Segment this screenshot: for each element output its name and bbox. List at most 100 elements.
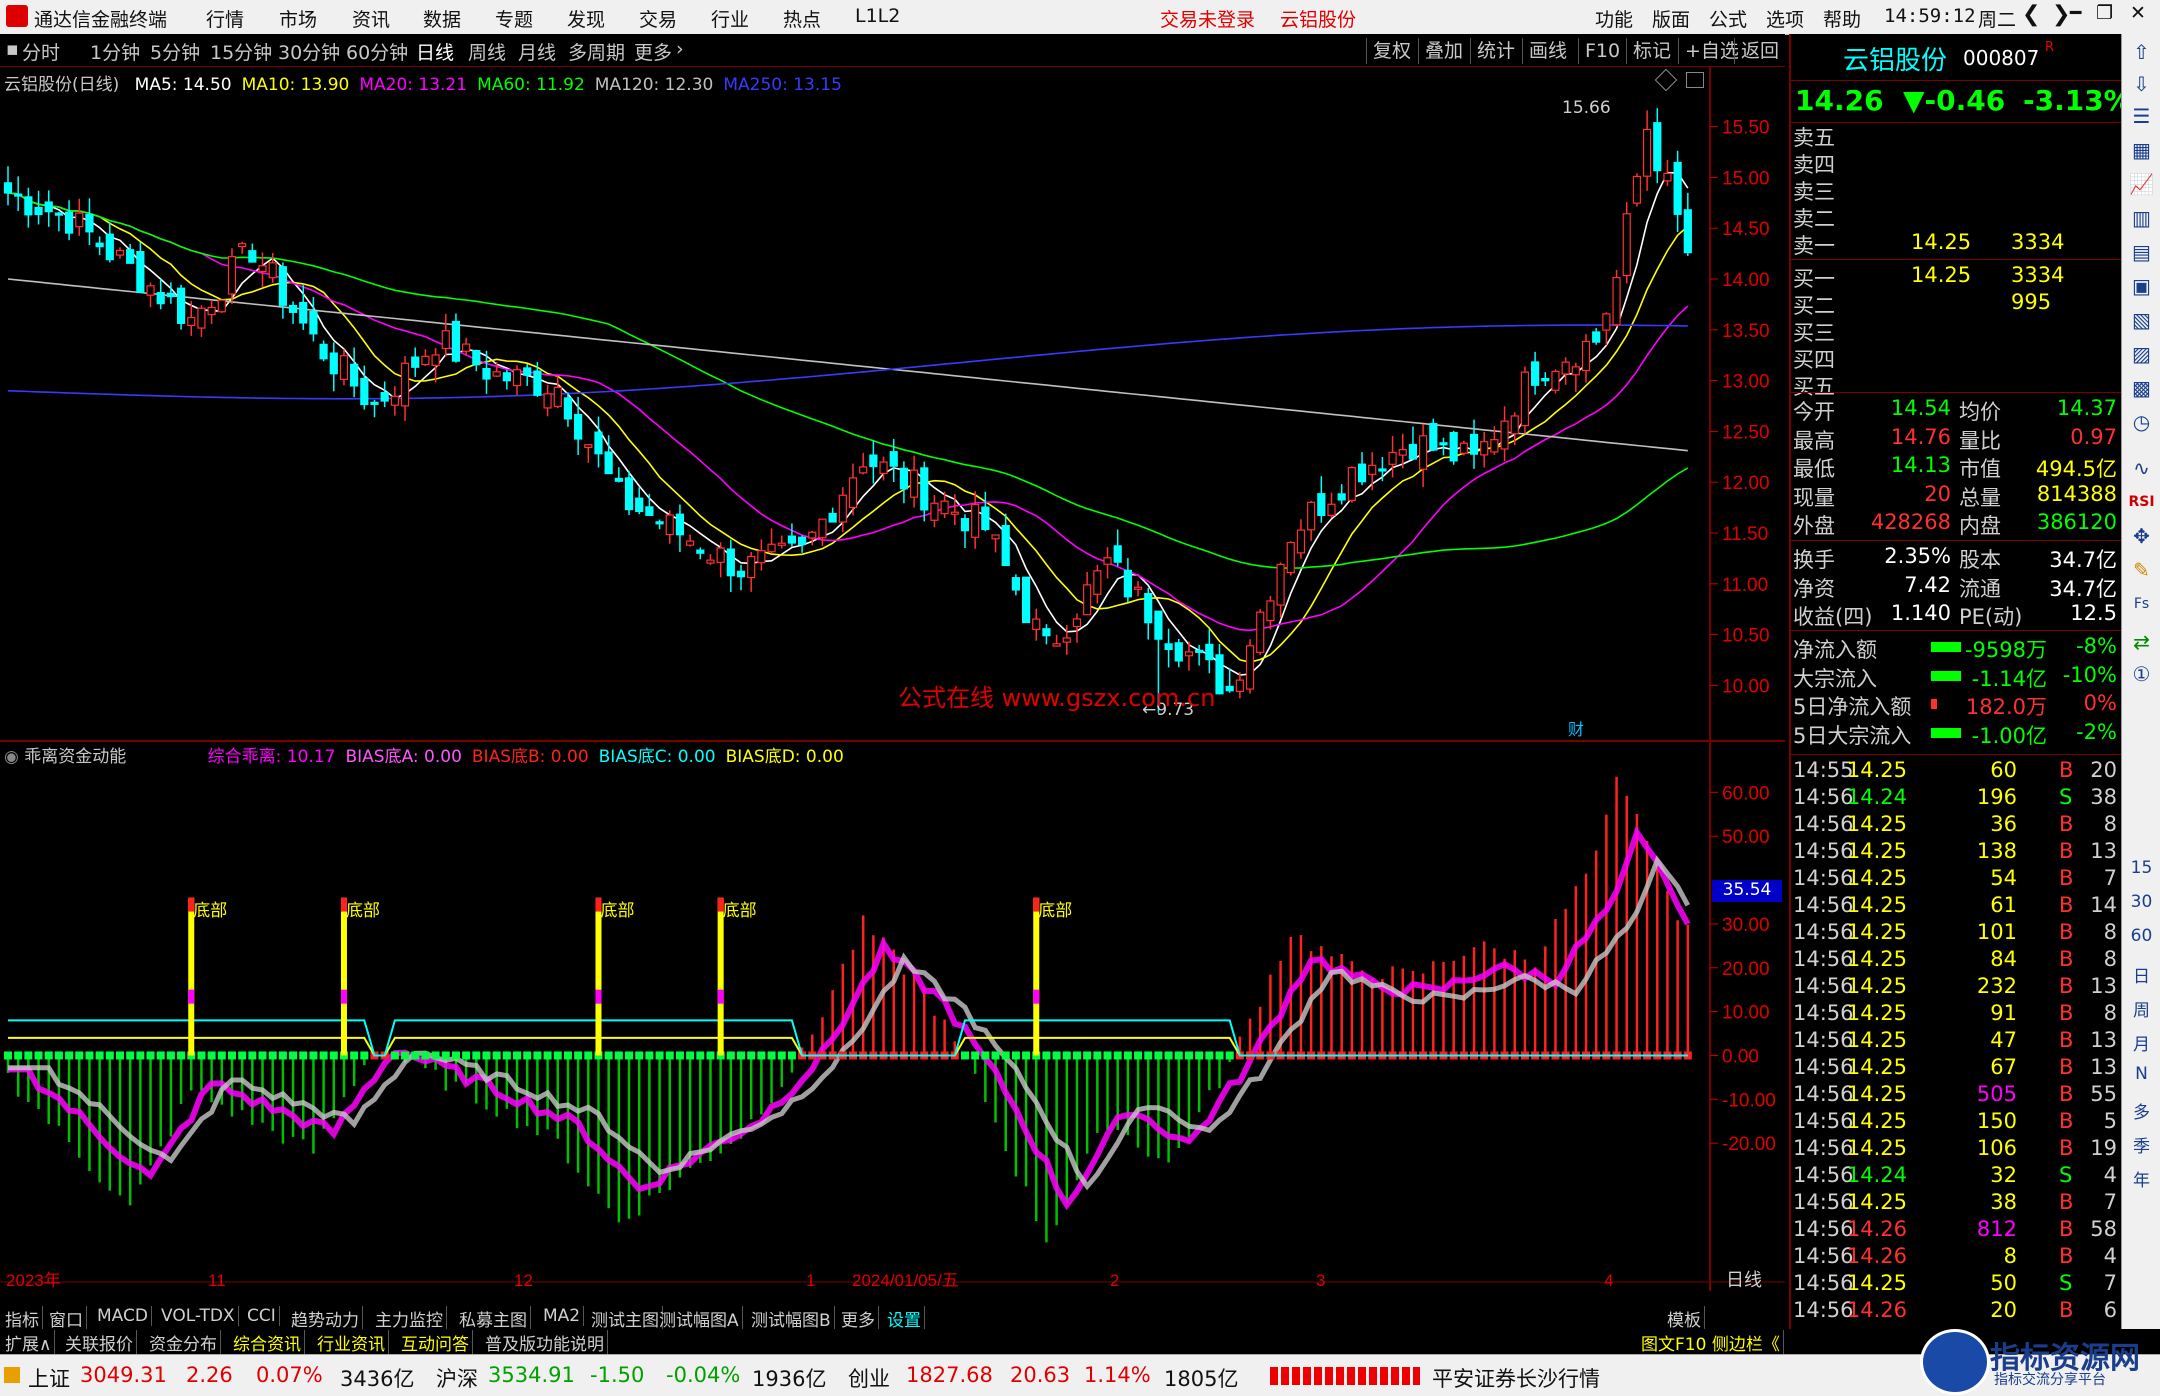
indicator-tab-1[interactable]: 窗口 [46, 1306, 87, 1331]
menu-hangqing[interactable]: 行情 [206, 5, 244, 32]
close-icon[interactable]: ✕ [2130, 2, 2146, 24]
pen-icon[interactable]: ✎ [2122, 558, 2160, 582]
period-fenshi[interactable]: 分时 [22, 38, 60, 65]
tick-row[interactable]: 14:56 14.25 91 B 8 [1791, 1001, 2121, 1028]
tick-row[interactable]: 14:56 14.26 20 B 6 [1791, 1298, 2121, 1325]
menu-jiaoyi[interactable]: 交易 [639, 5, 677, 32]
index-hushen-name[interactable]: 沪深 [436, 1363, 478, 1393]
period-15-button[interactable]: 15 [2122, 858, 2160, 878]
bid-row[interactable]: 买五 [1791, 371, 2121, 399]
tool-diejia[interactable]: 叠加 [1418, 38, 1469, 64]
indicator-tab-7[interactable]: 私募主图 [456, 1306, 531, 1331]
period-5min[interactable]: 5分钟 [150, 38, 200, 65]
tool-fuquan[interactable]: 复权 [1366, 38, 1417, 64]
info-tab-3[interactable]: 综合资讯 [230, 1330, 305, 1355]
period-duo-button[interactable]: 多 [2122, 1098, 2160, 1123]
ask-row[interactable]: 卖二 [1791, 203, 2121, 231]
forward-arrow-icon[interactable]: ❯ [2052, 2, 2070, 27]
tick-row[interactable]: 14:56 14.26 8 B 4 [1791, 1244, 2121, 1271]
kline-and-indicator-svg[interactable]: 15.50 15.00 14.50 14.00 13.50 13.00 12.50 12.00… [0, 66, 1785, 1291]
period-monthly[interactable]: 月线 [518, 38, 556, 65]
menu-redian[interactable]: 热点 [783, 5, 821, 32]
indicator-tab-3[interactable]: VOL-TDX [158, 1306, 239, 1326]
indicator-tab-4[interactable]: CCI [244, 1306, 280, 1326]
table-icon[interactable]: ▤ [2122, 240, 2160, 264]
tick-row[interactable]: 14:56 14.25 232 B 13 [1791, 974, 2121, 1001]
info-tab-2[interactable]: 资金分布 [146, 1330, 221, 1355]
menu-gongneng[interactable]: 功能 [1595, 5, 1633, 32]
login-status[interactable]: 交易未登录 [1160, 5, 1255, 32]
indicator-tab-8[interactable]: MA2 [540, 1306, 585, 1326]
info-tab-5[interactable]: 互动问答 [398, 1330, 473, 1355]
restore-icon[interactable]: ❐ [2096, 2, 2113, 24]
candle-chart-icon[interactable]: ▥ [2122, 206, 2160, 230]
tick-row[interactable]: 14:56 14.25 106 B 19 [1791, 1136, 2121, 1163]
period-ri-button[interactable]: 日 [2122, 962, 2160, 987]
f10-icon[interactable]: ▣ [2122, 274, 2160, 298]
status-icon[interactable] [4, 1367, 20, 1383]
period-nian-button[interactable]: 年 [2122, 1166, 2160, 1191]
indicator-collapse-icon[interactable]: ◉ [4, 747, 19, 767]
tick-row[interactable]: 14:56 14.24 196 S 38 [1791, 785, 2121, 812]
wave-icon[interactable]: ∿ [2122, 456, 2160, 480]
clock-icon[interactable]: ◷ [2122, 410, 2160, 434]
index-chuangye-name[interactable]: 创业 [848, 1363, 890, 1393]
fs-icon[interactable]: Fs [2122, 596, 2160, 612]
tool-huaxian[interactable]: 画线 [1522, 38, 1573, 64]
panel-toggle-icon[interactable] [1686, 72, 1704, 88]
menu-xuanxiang[interactable]: 选项 [1766, 5, 1804, 32]
indicator-tab-9[interactable]: 测试主图 [588, 1306, 663, 1331]
more-chevron-icon[interactable]: › [676, 38, 684, 60]
one-icon[interactable]: ① [2122, 662, 2160, 686]
bid-row[interactable]: 买一 14.25 3334 [1791, 263, 2121, 291]
info-tab-0[interactable]: 扩展∧ [2, 1330, 56, 1355]
period-60-button[interactable]: 60 [2122, 926, 2160, 946]
line-chart-icon[interactable]: 📈 [2122, 172, 2160, 196]
period-more[interactable]: 更多 [634, 38, 672, 65]
menu-zixun[interactable]: 资讯 [352, 5, 390, 32]
tick-row[interactable]: 14:56 14.25 61 B 14 [1791, 893, 2121, 920]
indicator-tab-11[interactable]: 测试幅图B [748, 1306, 835, 1331]
tick-row[interactable]: 14:56 14.25 138 B 13 [1791, 839, 2121, 866]
indicator-tab-2[interactable]: MACD [94, 1306, 152, 1326]
ask-row[interactable]: 卖四 [1791, 149, 2121, 177]
tick-row[interactable]: 14:56 14.25 50 S 7 [1791, 1271, 2121, 1298]
tool-f10[interactable]: F10 [1578, 38, 1626, 64]
tick-row[interactable]: 14:56 14.25 150 B 5 [1791, 1109, 2121, 1136]
menu-shuju[interactable]: 数据 [423, 5, 461, 32]
tick-row[interactable]: 14:56 14.26 812 B 58 [1791, 1217, 2121, 1244]
rsi-icon[interactable]: RSI [2122, 494, 2160, 510]
period-60min[interactable]: 60分钟 [346, 38, 408, 65]
ask-row[interactable]: 卖一 14.25 3334 [1791, 230, 2121, 258]
indicator-tab-12[interactable]: 更多 [838, 1306, 879, 1331]
period-weekly[interactable]: 周线 [468, 38, 506, 65]
menu-faxian[interactable]: 发现 [567, 5, 605, 32]
index-shangzheng-name[interactable]: 上证 [28, 1363, 70, 1393]
period-30min[interactable]: 30分钟 [278, 38, 340, 65]
tool-fanhui[interactable]: 返回 [1734, 38, 1785, 64]
tick-row[interactable]: 14:56 14.24 32 S 4 [1791, 1163, 2121, 1190]
tick-row[interactable]: 14:56 14.25 54 B 7 [1791, 866, 2121, 893]
menu-hangye[interactable]: 行业 [711, 5, 749, 32]
tick-row[interactable]: 14:55 14.25 60 B 20 [1791, 758, 2121, 785]
bid-row[interactable]: 买二 995 [1791, 290, 2121, 318]
minimize-icon[interactable]: ━ [2070, 2, 2081, 24]
menu-l1l2[interactable]: L1L2 [855, 5, 900, 27]
move-icon[interactable]: ✥ [2122, 524, 2160, 548]
ask-row[interactable]: 卖三 [1791, 176, 2121, 204]
period-multi[interactable]: 多周期 [568, 38, 625, 65]
side-bar-toggle[interactable]: 图文F10 侧边栏《 [1638, 1330, 1784, 1355]
period-30-button[interactable]: 30 [2122, 892, 2160, 912]
menu-gongshi[interactable]: 公式 [1709, 5, 1747, 32]
grid-icon[interactable]: ▦ [2122, 138, 2160, 162]
tick-row[interactable]: 14:56 14.25 505 B 55 [1791, 1082, 2121, 1109]
tick-row[interactable]: 14:56 14.25 84 B 8 [1791, 947, 2121, 974]
menu-bangzhu[interactable]: 帮助 [1823, 5, 1861, 32]
up-arrow-icon[interactable]: ⇧ [2122, 40, 2160, 64]
chart-area[interactable]: 15.50 15.00 14.50 14.00 13.50 13.00 12.50 12.00… [0, 66, 1785, 1291]
indicator-tab-6[interactable]: 主力监控 [372, 1306, 447, 1331]
period-n-button[interactable]: N [2122, 1064, 2160, 1084]
period-ji-button[interactable]: 季 [2122, 1132, 2160, 1157]
info-tab-4[interactable]: 行业资讯 [314, 1330, 389, 1355]
period-1min[interactable]: 1分钟 [90, 38, 140, 65]
